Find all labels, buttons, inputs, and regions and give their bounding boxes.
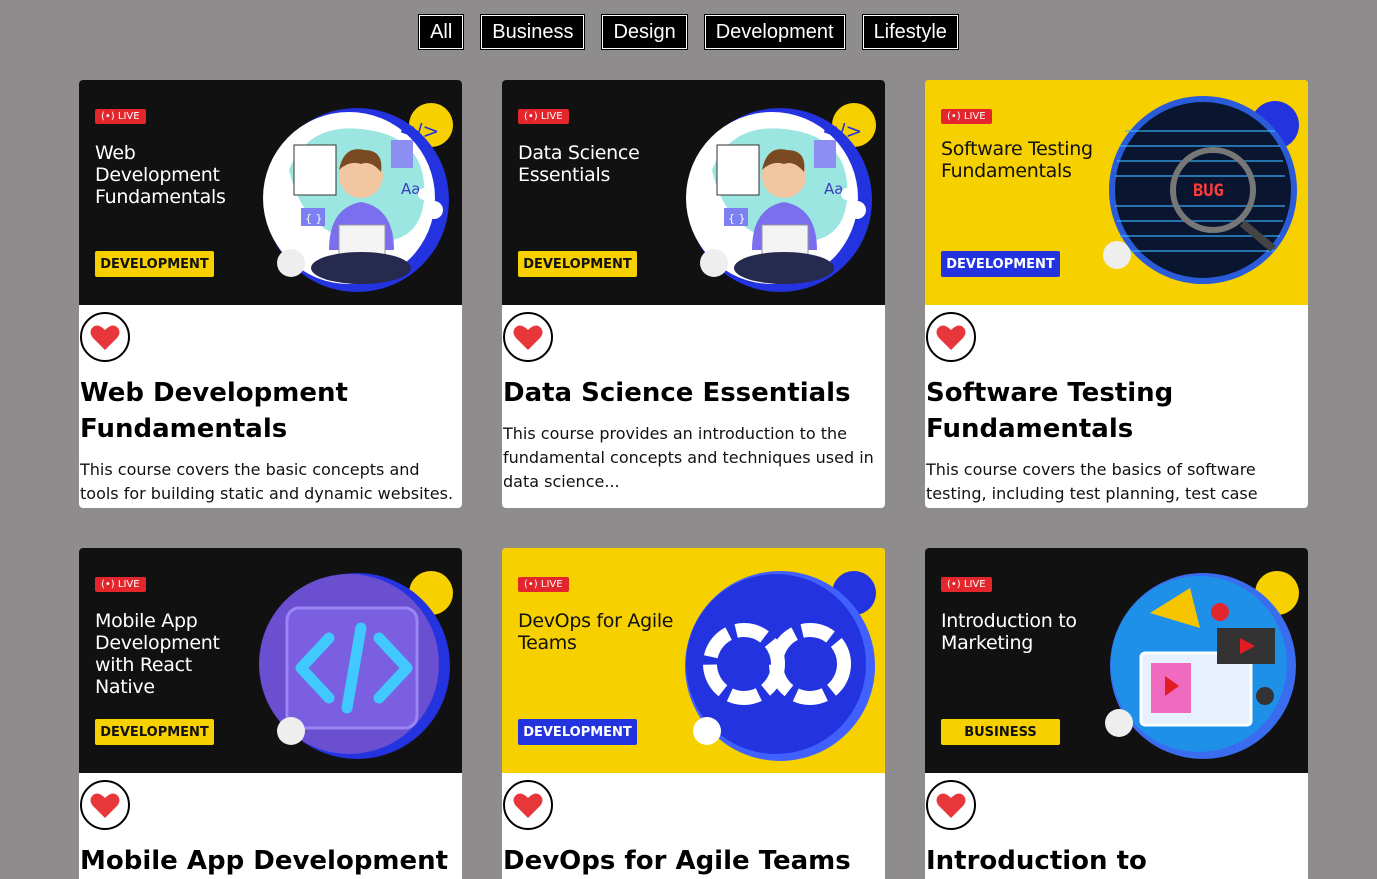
braces-icon: { } [305,212,323,225]
filter-all-button[interactable]: All [418,14,465,50]
category-tag: BUSINESS [941,719,1060,745]
category-filter-bar: All Business Design Development Lifestyl… [0,14,1377,50]
braces-icon: { } [728,212,746,225]
live-label: LIVE [117,111,140,122]
category-tag: DEVELOPMENT [941,251,1060,277]
favorite-button[interactable] [926,780,976,830]
course-banner: (•) LIVE Introduction to Marketing BUSIN… [925,548,1308,773]
favorite-button[interactable] [503,312,553,362]
filter-design-button[interactable]: Design [601,14,688,50]
course-card-data-science[interactable]: (•) LIVE Data Science Essentials DEVELOP… [502,80,885,508]
font-icon: Aa [401,180,420,198]
course-description: This course provides an introduction to … [503,424,874,491]
bug-label: BUG [1193,181,1224,201]
heart-icon [936,793,966,818]
banner-title: DevOps for Agile Teams [518,610,674,654]
course-description: This course covers the basics of softwar… [926,460,1258,503]
favorite-button[interactable] [503,780,553,830]
code-icon: </> [399,119,439,143]
category-tag: DEVELOPMENT [518,251,637,277]
course-title[interactable]: Software Testing Fundamentals [926,375,1296,447]
favorite-button[interactable] [80,312,130,362]
course-banner: (•) LIVE Mobile App Development with Rea… [79,548,462,773]
filter-business-button[interactable]: Business [480,14,586,50]
course-card-software-testing[interactable]: (•) LIVE Software Testing Fundamentals D… [925,80,1308,508]
favorite-button[interactable] [926,312,976,362]
course-banner: (•) LIVE Web Development Fundamentals DE… [79,80,462,305]
course-card-marketing[interactable]: (•) LIVE Introduction to Marketing BUSIN… [925,548,1308,879]
bug-magnifier-illustration: BUG [1103,96,1299,284]
live-badge: (•) LIVE [95,109,146,124]
live-label: LIVE [540,111,563,122]
marketing-illustration [1105,571,1299,759]
course-title[interactable]: Web Development Fundamentals [80,375,450,447]
developer-illustration: </> Aa { } [686,103,876,292]
live-label: LIVE [117,579,140,590]
course-title[interactable]: DevOps for Agile Teams [503,843,873,879]
heart-icon [90,325,120,350]
live-label: LIVE [540,579,563,590]
banner-title: Introduction to Marketing [941,610,1077,654]
heart-icon [513,793,543,818]
course-card-web-development[interactable]: (•) LIVE Web Development Fundamentals DE… [79,80,462,508]
developer-illustration: </> Aa { } [263,103,453,292]
category-tag: DEVELOPMENT [95,251,214,277]
infinity-loop-illustration [685,571,876,761]
heart-icon [936,325,966,350]
heart-icon [90,793,120,818]
category-tag: DEVELOPMENT [95,719,214,745]
course-banner: (•) LIVE DevOps for Agile Teams DEVELOPM… [502,548,885,773]
course-banner: (•) LIVE Software Testing Fundamentals D… [925,80,1308,305]
live-badge: (•) LIVE [518,109,569,124]
course-title[interactable]: Introduction to Marketing [926,843,1296,879]
code-tag-illustration [259,571,453,759]
filter-lifestyle-button[interactable]: Lifestyle [861,14,959,50]
course-description: This course covers the basic concepts an… [80,460,454,503]
course-title[interactable]: Data Science Essentials [503,375,873,411]
category-tag: DEVELOPMENT [518,719,637,745]
heart-icon [513,325,543,350]
course-card-devops[interactable]: (•) LIVE DevOps for Agile Teams DEVELOPM… [502,548,885,879]
live-badge: (•) LIVE [518,577,569,592]
filter-development-button[interactable]: Development [703,14,846,50]
course-banner: (•) LIVE Data Science Essentials DEVELOP… [502,80,885,305]
live-label: LIVE [963,111,986,122]
live-badge: (•) LIVE [95,577,146,592]
course-card-mobile-app[interactable]: (•) LIVE Mobile App Development with Rea… [79,548,462,879]
banner-title: Mobile App Development with React Native [95,610,220,698]
font-icon: Aa [824,180,843,198]
code-icon: </> [822,119,862,143]
course-title[interactable]: Mobile App Development [80,843,450,879]
banner-title: Software Testing Fundamentals [941,138,1093,182]
favorite-button[interactable] [80,780,130,830]
live-badge: (•) LIVE [941,109,992,124]
banner-title: Data Science Essentials [518,142,640,186]
banner-title: Web Development Fundamentals [95,142,226,208]
live-label: LIVE [963,579,986,590]
live-badge: (•) LIVE [941,577,992,592]
